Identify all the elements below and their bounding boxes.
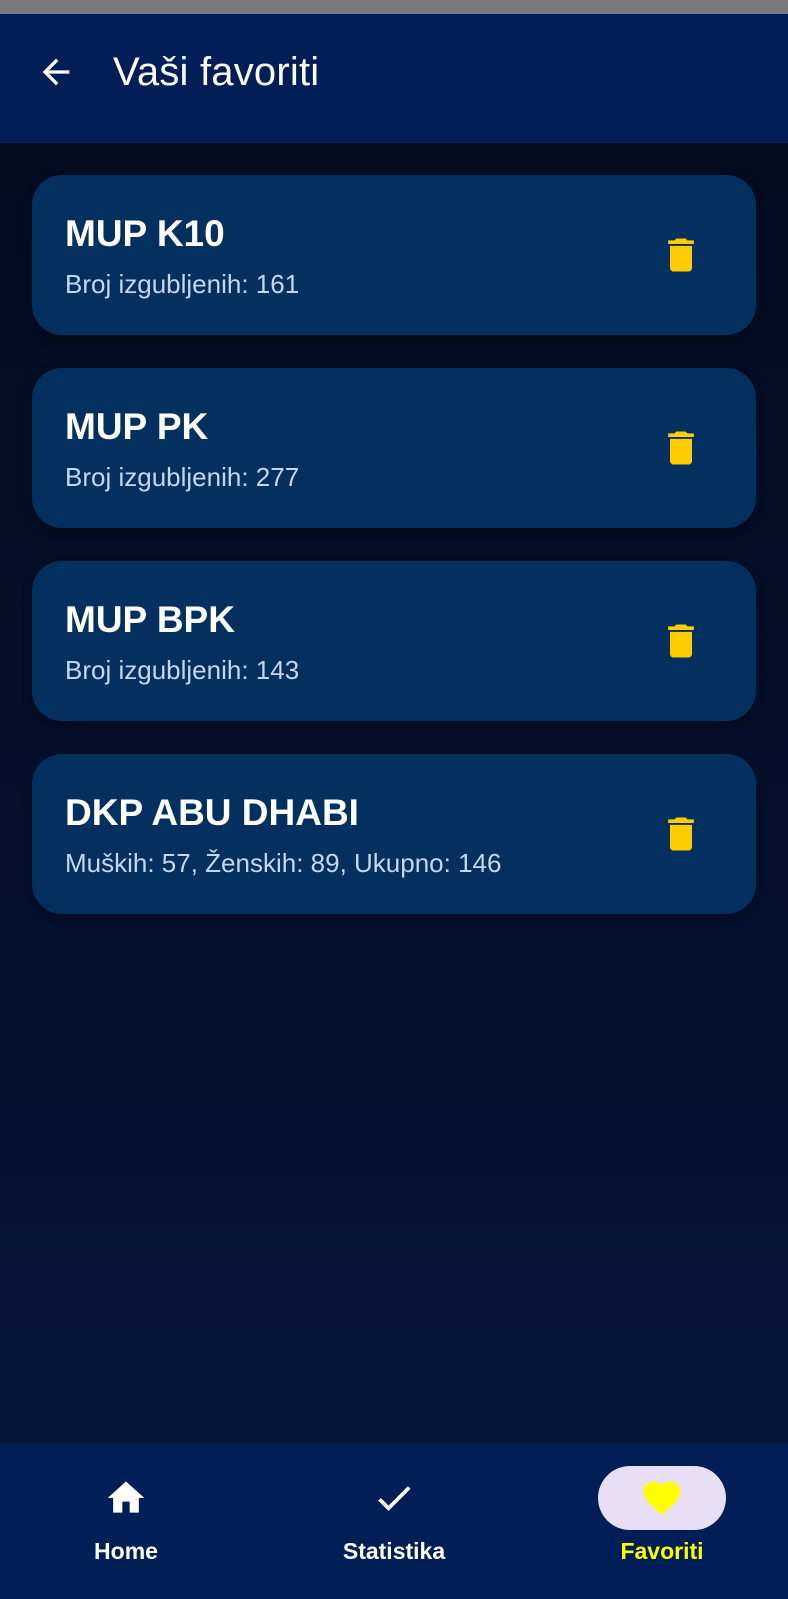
favorite-subtitle: Broj izgubljenih: 161	[65, 269, 300, 299]
trash-icon	[668, 431, 694, 465]
heart-icon	[643, 1481, 681, 1516]
back-button[interactable]	[30, 46, 82, 98]
trash-icon	[668, 817, 694, 851]
nav-item-statistika[interactable]: Statistika	[294, 1443, 494, 1599]
favorite-subtitle: Broj izgubljenih: 143	[65, 655, 300, 685]
delete-button[interactable]	[656, 809, 706, 859]
nav-pill-active	[598, 1466, 726, 1530]
favorite-card[interactable]: DKP ABU DHABI Muških: 57, Ženskih: 89, U…	[32, 754, 756, 914]
favorite-card[interactable]: MUP BPK Broj izgubljenih: 143	[32, 561, 756, 721]
delete-button[interactable]	[656, 230, 706, 280]
home-icon	[107, 1481, 145, 1513]
trash-icon	[668, 238, 694, 272]
arrow-left-icon	[42, 58, 70, 86]
nav-label: Home	[94, 1538, 158, 1564]
check-icon	[378, 1486, 411, 1511]
favorite-title: MUP K10	[65, 213, 225, 254]
nav-pill	[330, 1466, 458, 1530]
favorite-card[interactable]: MUP K10 Broj izgubljenih: 161	[32, 175, 756, 335]
status-bar	[0, 0, 788, 14]
favorite-subtitle: Broj izgubljenih: 277	[65, 462, 300, 492]
nav-pill	[62, 1466, 190, 1530]
nav-label: Statistika	[342, 1538, 446, 1564]
favorite-title: MUP PK	[65, 406, 209, 447]
nav-item-home[interactable]: Home	[26, 1443, 226, 1599]
favorites-screen: Vaši favoriti MUP K10 Broj izgubljenih: …	[0, 0, 788, 1599]
favorite-title: DKP ABU DHABI	[65, 792, 359, 833]
delete-button[interactable]	[656, 616, 706, 666]
favorite-card[interactable]: MUP PK Broj izgubljenih: 277	[32, 368, 756, 528]
favorite-subtitle: Muških: 57, Ženskih: 89, Ukupno: 146	[65, 848, 502, 878]
nav-label: Favoriti	[620, 1538, 704, 1564]
favorites-list: MUP K10 Broj izgubljenih: 161 MUP PK Bro…	[32, 175, 756, 947]
delete-button[interactable]	[656, 423, 706, 473]
trash-icon	[668, 624, 694, 658]
bottom-navigation: Home Statistika Favoriti	[0, 1443, 788, 1599]
app-bar: Vaši favoriti	[0, 14, 788, 143]
nav-item-favoriti[interactable]: Favoriti	[562, 1443, 762, 1599]
favorite-title: MUP BPK	[65, 599, 235, 640]
page-title: Vaši favoriti	[113, 50, 320, 94]
